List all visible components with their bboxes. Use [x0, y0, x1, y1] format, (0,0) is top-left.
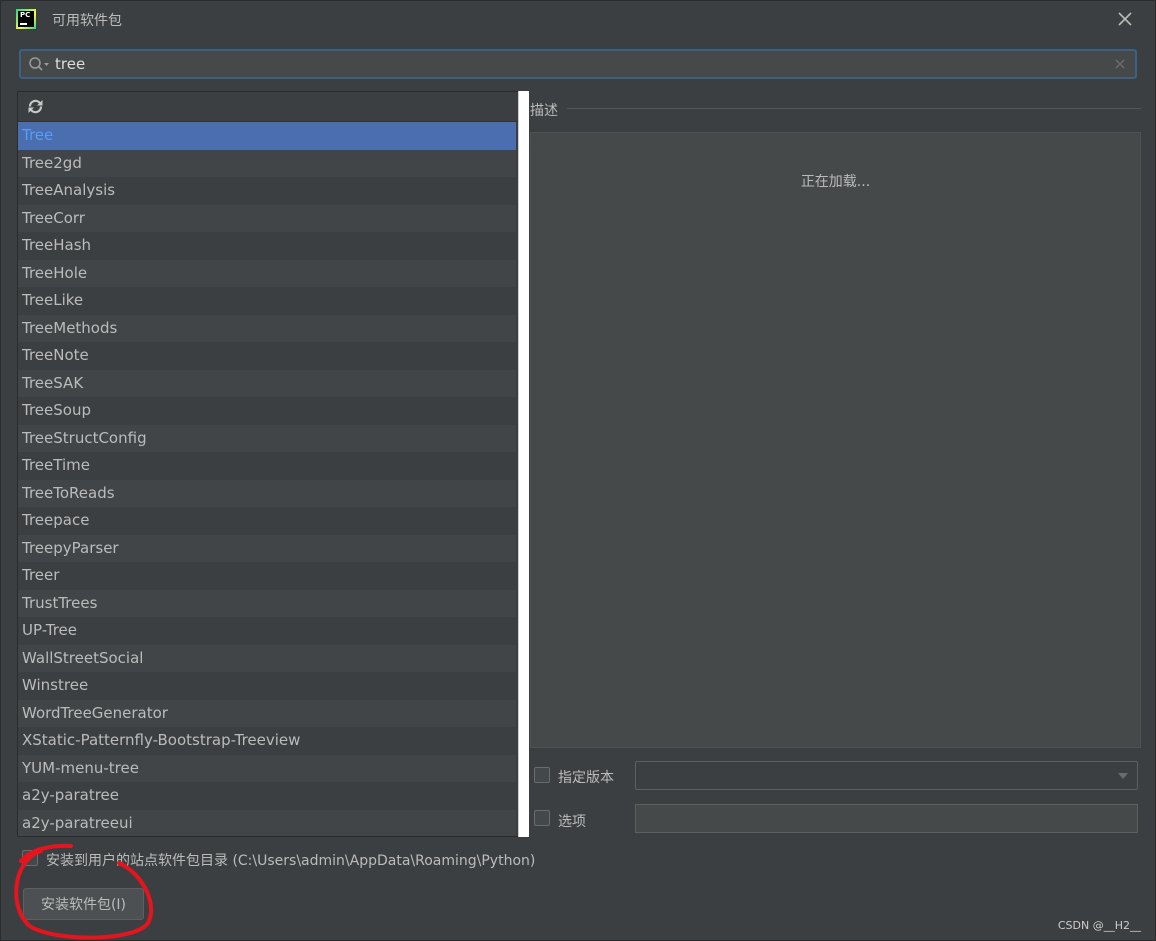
package-list-item[interactable]: UP-Tree	[18, 617, 516, 645]
package-list-item[interactable]: Treer	[18, 562, 516, 590]
package-list-item[interactable]: TreeAnalysis	[18, 177, 516, 205]
package-list-item[interactable]: TreeSoup	[18, 397, 516, 425]
package-list-item[interactable]: WallStreetSocial	[18, 644, 516, 672]
search-box[interactable]	[19, 49, 1137, 79]
package-list-item[interactable]: YUM-menu-tree	[18, 754, 516, 782]
install-to-user-label: 安装到用户的站点软件包目录 (C:\Users\admin\AppData\Ro…	[46, 853, 536, 869]
package-list-item[interactable]: TreeLike	[18, 287, 516, 315]
package-list-item[interactable]: TreeMethods	[18, 314, 516, 342]
clear-search-icon[interactable]	[1114, 58, 1126, 70]
description-separator	[567, 108, 1141, 109]
package-list-item[interactable]: XStatic-Patternfly-Bootstrap-Treeview	[18, 727, 516, 755]
csdn-watermark: CSDN @__H2__	[1057, 919, 1141, 932]
package-list-item[interactable]: TrustTrees	[18, 589, 516, 617]
red-annotation-circle	[14, 843, 153, 940]
pycharm-app-icon: PC	[16, 9, 36, 29]
package-list-item[interactable]: WordTreeGenerator	[18, 699, 516, 727]
package-list-item[interactable]: Winstree	[18, 672, 516, 700]
description-area: 正在加载...	[530, 132, 1141, 748]
options-label: 选项	[558, 814, 586, 830]
app-icon-text: PC	[20, 11, 31, 19]
description-loading-text: 正在加载...	[800, 174, 871, 190]
package-list-item[interactable]: a2y-paratree	[18, 782, 516, 810]
package-list-item[interactable]: TreeNote	[18, 342, 516, 370]
install-to-user-checkbox[interactable]	[22, 850, 38, 866]
description-label: 描述	[530, 103, 558, 119]
package-list-item[interactable]: TreeTime	[18, 452, 516, 480]
search-input[interactable]	[55, 53, 1095, 75]
package-list-item[interactable]: TreeHole	[18, 259, 516, 287]
package-list-panel: Tree Tree2gd TreeAnalysis TreeCorr TreeHash T…	[17, 91, 529, 837]
version-select[interactable]	[635, 761, 1138, 790]
package-list-item[interactable]: TreeSAK	[18, 369, 516, 397]
search-icon[interactable]	[28, 56, 52, 74]
package-list-item[interactable]: Tree2gd	[18, 149, 516, 177]
package-list-item[interactable]: a2y-paratreeui	[18, 809, 516, 836]
install-package-button[interactable]: 安装软件包(I)	[23, 888, 144, 920]
package-list-item[interactable]: TreeHash	[18, 232, 516, 260]
package-list-item[interactable]: Treepace	[18, 507, 516, 535]
package-list[interactable]: Tree Tree2gd TreeAnalysis TreeCorr TreeHash T…	[18, 122, 516, 836]
window-title: 可用软件包	[52, 13, 122, 29]
close-icon	[1118, 12, 1132, 26]
package-list-item[interactable]: TreeToReads	[18, 479, 516, 507]
package-list-item[interactable]: TreeCorr	[18, 204, 516, 232]
options-input[interactable]	[635, 804, 1138, 833]
specify-version-checkbox[interactable]	[534, 767, 550, 783]
available-packages-dialog: PC 可用软件包 tree Tree Tree2gd TreeAnalysis …	[0, 0, 1156, 941]
refresh-icon[interactable]	[27, 98, 44, 115]
chevron-down-icon	[1118, 773, 1128, 779]
package-list-item[interactable]: TreepyParser	[18, 534, 516, 562]
panel-splitter[interactable]	[518, 91, 529, 837]
specify-version-label: 指定版本	[558, 770, 614, 786]
title-bar: PC 可用软件包	[1, 1, 1155, 37]
package-list-item[interactable]: TreeStructConfig	[18, 424, 516, 452]
close-button[interactable]	[1115, 9, 1135, 29]
package-list-item[interactable]: Tree	[18, 122, 516, 150]
list-toolbar	[18, 92, 528, 122]
options-checkbox[interactable]	[534, 810, 550, 826]
